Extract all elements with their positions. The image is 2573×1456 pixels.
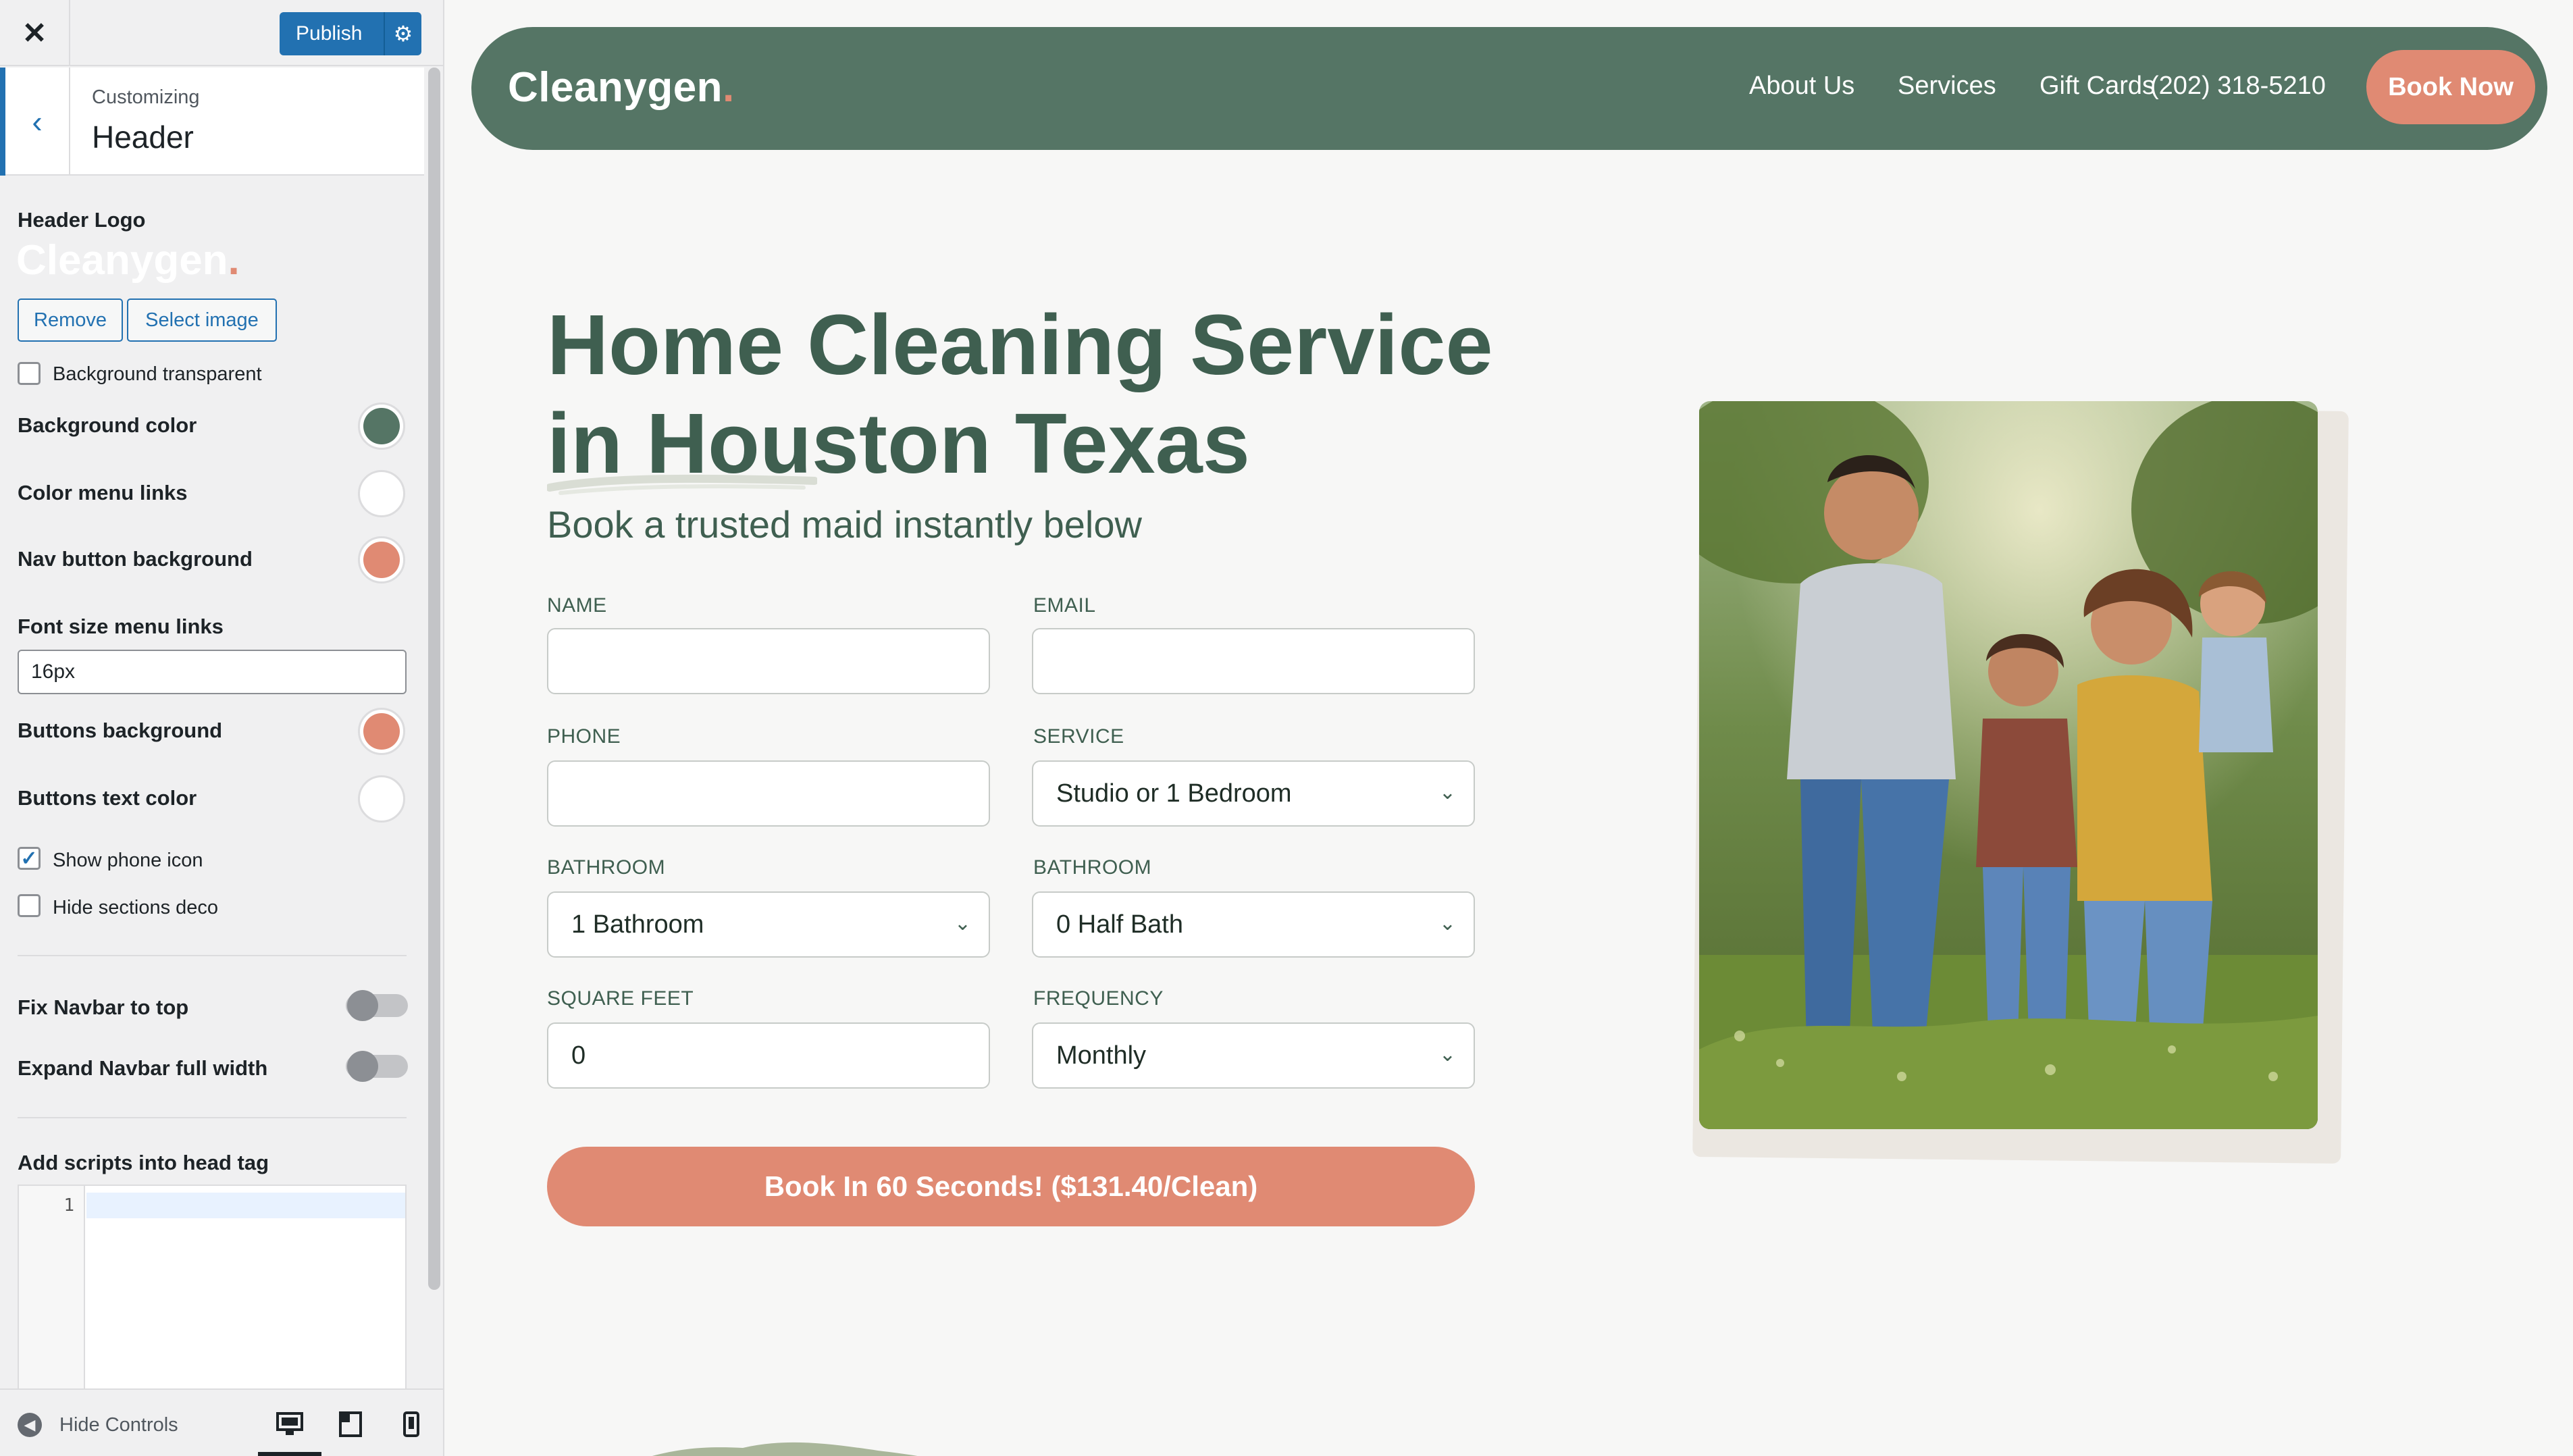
section-deco-shape (652, 1442, 918, 1456)
customizer-panel: ✕ Publish ⚙ ‹ Customizing Header Header … (0, 0, 444, 1456)
font-size-input[interactable]: 16px (18, 650, 407, 694)
divider (18, 955, 407, 956)
service-label: SERVICE (1033, 725, 1124, 748)
half-bath-selected-value: 0 Half Bath (1056, 910, 1183, 939)
nav-button-bg-swatch[interactable] (358, 536, 405, 583)
show-phone-icon-label: Show phone icon (53, 850, 203, 871)
book-now-button[interactable]: Book Now (2366, 50, 2535, 124)
title-brush-underline (547, 474, 817, 495)
hero-title: Home Cleaning Service in Houston Texas (547, 297, 1493, 491)
name-input[interactable] (547, 628, 990, 694)
section-title: Header (92, 120, 194, 155)
site-preview: Cleanygen. About Us Services Gift Cards … (446, 0, 2573, 1456)
tablet-icon[interactable] (334, 1407, 367, 1441)
site-logo[interactable]: Cleanygen. (508, 63, 735, 111)
phone-label: PHONE (547, 725, 621, 748)
nav-link-gift-cards[interactable]: Gift Cards (2039, 72, 2155, 101)
fix-navbar-label: Fix Navbar to top (18, 995, 189, 1019)
line-gutter: 1 (19, 1186, 85, 1388)
buttons-text-color-label: Buttons text color (18, 786, 197, 810)
publish-label: Publish (296, 22, 363, 45)
divider (18, 1117, 407, 1118)
close-icon: ✕ (22, 16, 47, 50)
chevron-down-icon: ⌄ (1438, 912, 1456, 935)
half-bath-select[interactable]: 0 Half Bath ⌄ (1032, 891, 1475, 958)
nav-phone-number[interactable]: (202) 318-5210 (2150, 72, 2326, 101)
expand-navbar-label: Expand Navbar full width (18, 1056, 268, 1080)
hide-controls-button[interactable]: ◀ Hide Controls (18, 1413, 178, 1437)
customizer-footer: ◀ Hide Controls (0, 1388, 443, 1456)
desktop-icon[interactable] (273, 1407, 307, 1441)
scripts-head-code-editor[interactable]: 1 (18, 1185, 407, 1390)
hide-sections-deco-checkbox[interactable] (18, 894, 41, 917)
header-logo-label: Header Logo (18, 208, 146, 232)
square-feet-value: 0 (571, 1041, 586, 1070)
bg-transparent-checkbox[interactable] (18, 362, 41, 385)
chevron-down-icon: ⌄ (954, 912, 971, 935)
collapse-arrow-icon: ◀ (18, 1413, 42, 1437)
bathroom-label: BATHROOM (547, 856, 666, 879)
chevron-left-icon: ‹ (32, 104, 43, 139)
frequency-select[interactable]: Monthly ⌄ (1032, 1022, 1475, 1089)
background-color-swatch[interactable] (358, 402, 405, 450)
checkmark-icon: ✓ (20, 847, 38, 870)
square-feet-label: SQUARE FEET (547, 987, 694, 1010)
section-header: ‹ Customizing Header (0, 68, 424, 176)
buttons-bg-swatch[interactable] (358, 708, 405, 755)
frequency-label: FREQUENCY (1033, 987, 1164, 1010)
publish-settings-gear-icon[interactable]: ⚙ (384, 12, 421, 55)
half-bath-label: BATHROOM (1033, 856, 1152, 879)
mobile-icon[interactable] (394, 1407, 428, 1441)
email-label: EMAIL (1033, 594, 1096, 617)
back-button[interactable]: ‹ (0, 68, 70, 176)
expand-navbar-toggle[interactable] (346, 1051, 408, 1082)
scripts-head-label: Add scripts into head tag (18, 1151, 269, 1174)
show-phone-icon-checkbox[interactable]: ✓ (18, 847, 41, 870)
name-label: NAME (547, 594, 607, 617)
bathroom-select[interactable]: 1 Bathroom ⌄ (547, 891, 990, 958)
active-line (86, 1193, 405, 1218)
hide-sections-deco-label: Hide sections deco (53, 897, 219, 918)
remove-logo-button[interactable]: Remove (18, 298, 123, 342)
email-input[interactable] (1032, 628, 1475, 694)
customizer-topbar: ✕ Publish ⚙ (0, 0, 443, 66)
hero-subtitle: Book a trusted maid instantly below (547, 503, 1142, 546)
font-size-label: Font size menu links (18, 615, 224, 638)
close-customizer-button[interactable]: ✕ (0, 0, 70, 66)
active-device-indicator (258, 1452, 321, 1456)
chevron-down-icon: ⌄ (1438, 781, 1456, 804)
phone-input[interactable] (547, 760, 990, 827)
menu-links-color-label: Color menu links (18, 481, 188, 504)
select-image-button[interactable]: Select image (127, 298, 277, 342)
buttons-text-color-swatch[interactable] (358, 775, 405, 823)
site-navbar: Cleanygen. About Us Services Gift Cards … (471, 27, 2547, 150)
chevron-down-icon: ⌄ (1438, 1043, 1456, 1066)
square-feet-input[interactable]: 0 (547, 1022, 990, 1089)
panel-scrollbar[interactable] (428, 68, 440, 1290)
bathroom-selected-value: 1 Bathroom (571, 910, 704, 939)
section-crumb: Customizing (92, 86, 200, 108)
background-color-label: Background color (18, 413, 197, 437)
service-select[interactable]: Studio or 1 Bedroom ⌄ (1032, 760, 1475, 827)
hero-family-photo (1699, 401, 2318, 1129)
logo-preview: Cleanygen. (16, 237, 240, 284)
buttons-bg-label: Buttons background (18, 719, 223, 742)
fix-navbar-toggle[interactable] (346, 990, 408, 1021)
publish-button[interactable]: Publish ⚙ (280, 12, 421, 55)
book-submit-button[interactable]: Book In 60 Seconds! ($131.40/Clean) (547, 1147, 1475, 1226)
hide-controls-label: Hide Controls (59, 1413, 178, 1436)
menu-links-color-swatch[interactable] (358, 470, 405, 517)
nav-link-services[interactable]: Services (1898, 72, 1996, 101)
bg-transparent-label: Background transparent (53, 363, 262, 385)
nav-button-bg-label: Nav button background (18, 547, 253, 571)
nav-link-about-us[interactable]: About Us (1749, 72, 1854, 101)
frequency-selected-value: Monthly (1056, 1041, 1147, 1070)
service-selected-value: Studio or 1 Bedroom (1056, 779, 1292, 808)
